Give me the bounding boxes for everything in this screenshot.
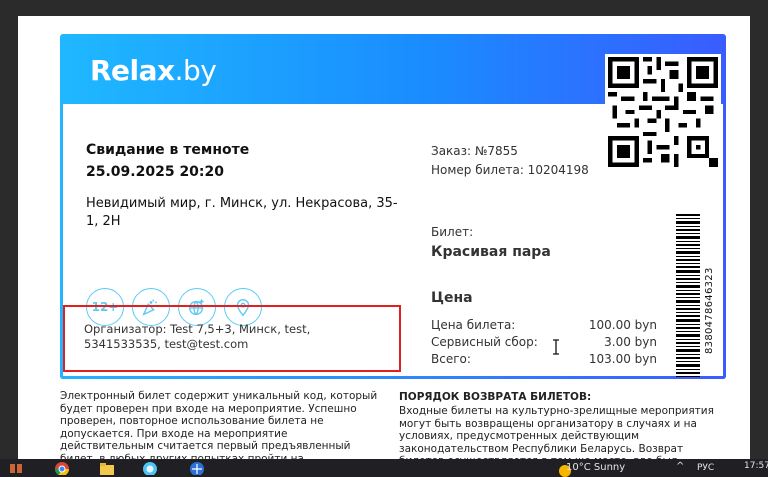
taskbar-clock[interactable]: 17:57: [744, 461, 768, 471]
organizer-info: Организатор: Test 7,5+3, Минск, test, 53…: [84, 322, 311, 351]
refund-policy-heading: ПОРЯДОК ВОЗВРАТА БИЛЕТОВ:: [399, 391, 592, 403]
viewer-left-margin: [0, 16, 18, 459]
windows-taskbar: 10°C Sunny ^ РУС 17:57: [0, 459, 768, 477]
taskbar-weather[interactable]: 10°C Sunny: [566, 462, 625, 473]
document-page: Relax.by Свидание в темноте 25.09.2025 2…: [18, 16, 750, 459]
viewer-right-margin: [750, 16, 768, 459]
price-amount: 3.00 byn: [604, 335, 657, 349]
ticket-border-bottom: [60, 376, 726, 379]
price-row-total: Всего: 103.00 byn: [431, 352, 657, 366]
price-row-service-fee: Сервисный сбор: 3.00 byn: [431, 335, 657, 349]
barcode-number: 8380478646323: [704, 267, 715, 354]
app-icon[interactable]: [142, 461, 158, 475]
app-icon[interactable]: [189, 461, 205, 475]
text-cursor-icon: [553, 339, 559, 355]
price-label: Сервисный сбор:: [431, 335, 538, 349]
ticket-border-right: [723, 104, 726, 379]
price-label: Всего:: [431, 352, 471, 366]
file-explorer-icon[interactable]: [99, 461, 115, 475]
price-label: Цена билета:: [431, 318, 516, 332]
refund-policy-text: Входные билеты на культурно-зрелищные ме…: [399, 405, 714, 459]
ticket-type-value: Красивая пара: [431, 244, 551, 260]
ticket-description: Электронный билет содержит уникальный ко…: [60, 390, 378, 459]
price-heading: Цена: [431, 290, 473, 306]
price-amount: 100.00 byn: [588, 318, 657, 332]
price-row-ticket: Цена билета: 100.00 byn: [431, 318, 657, 332]
event-datetime: 25.09.2025 20:20: [86, 164, 225, 180]
event-venue: Невидимый мир, г. Минск, ул. Некрасова, …: [86, 196, 398, 229]
viewer-top-bar: [0, 0, 768, 16]
tray-chevron-up-icon[interactable]: ^: [676, 461, 684, 472]
qr-code: [605, 54, 721, 170]
task-view-icon[interactable]: [8, 461, 24, 475]
event-title: Свидание в темноте: [86, 142, 250, 158]
relax-logo: Relax.by: [90, 54, 217, 87]
chrome-icon[interactable]: [54, 461, 70, 475]
price-amount: 103.00 byn: [588, 352, 657, 366]
ticket-number: Номер билета: 10204198: [431, 163, 589, 177]
ticket-type-label: Билет:: [431, 225, 474, 239]
taskbar-language[interactable]: РУС: [697, 463, 714, 473]
order-number: Заказ: №7855: [431, 144, 518, 158]
